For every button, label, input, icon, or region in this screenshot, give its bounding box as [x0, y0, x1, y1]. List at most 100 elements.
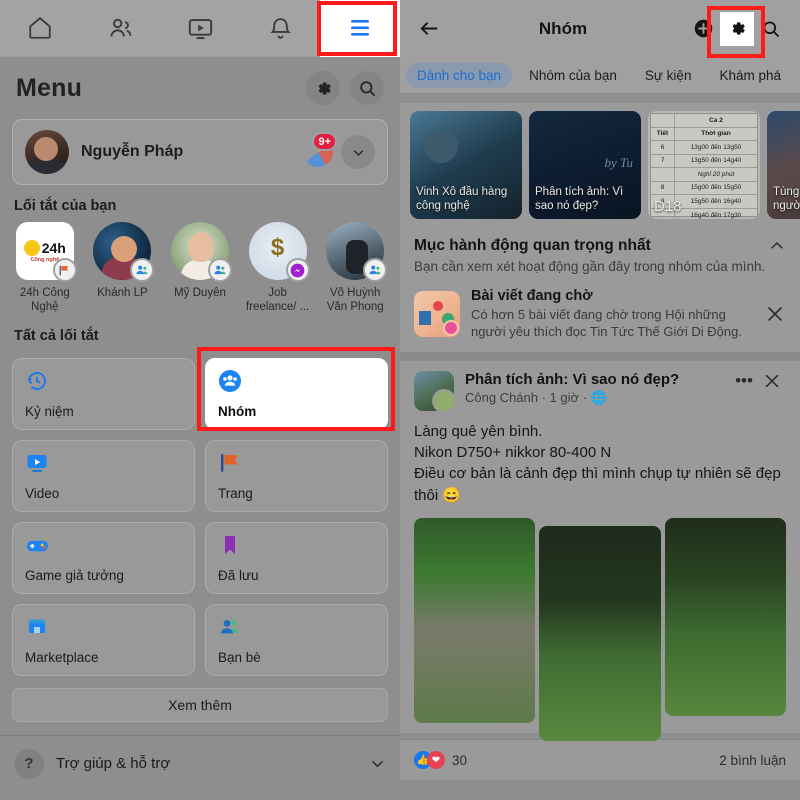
tile-groups[interactable]: Nhóm: [205, 357, 388, 430]
tab-discover[interactable]: Khám phá: [708, 63, 792, 88]
friends-icon: [110, 18, 131, 36]
profile-notification-badge[interactable]: 9+: [301, 132, 337, 169]
action-block-subtitle: Bạn cần xem xét hoạt động gần đây trong …: [414, 259, 766, 274]
store-icon: [28, 619, 46, 633]
public-icon: 🌐: [590, 389, 607, 405]
bottom-nav-bar: [0, 0, 400, 57]
tile-memories[interactable]: Kỷ niệm: [12, 357, 195, 430]
facebook-menu-panel: Menu Nguyễn Pháp 9+ Lối tắt của bạn 24h …: [0, 0, 400, 800]
profile-name: Nguyễn Pháp: [81, 143, 184, 160]
shortcuts-section-label: Lối tắt của bạn: [14, 198, 117, 214]
story-card-schedule[interactable]: Ca 2 Tiết Thời gian 6 13g00 đến 13g50 7 13g…: [648, 111, 760, 219]
shortcut-label: 24h Công Nghệ: [19, 287, 70, 314]
messenger-badge-icon: [285, 258, 310, 282]
help-and-support-row[interactable]: ? Trợ giúp & hỗ trợ: [0, 736, 400, 792]
menu-settings-button[interactable]: [306, 71, 340, 105]
table-col-header: Tiết: [651, 127, 675, 140]
nav-tab-notifications[interactable]: [240, 0, 320, 57]
shortcut-item[interactable]: Job freelance/ ...: [243, 222, 313, 315]
shortcuts-row: 24h Công nghệ 24h Công Nghệ Khánh LP Mỹ …: [0, 222, 400, 315]
shortcut-label: Khánh LP: [97, 287, 148, 299]
feed-post: Phân tích ảnh: Vì sao nó đẹp? Công Chánh…: [400, 360, 800, 742]
tile-video[interactable]: Video: [12, 439, 195, 512]
avatar: [25, 130, 69, 174]
pending-posts-title: Bài viết đang chờ: [471, 287, 593, 304]
post-options-button[interactable]: •••: [730, 371, 758, 391]
profile-card[interactable]: Nguyễn Pháp 9+: [12, 119, 388, 185]
shortcut-item[interactable]: Mỹ Duyên: [165, 222, 235, 315]
hamburger-icon: [351, 20, 369, 36]
search-icon: [359, 80, 375, 96]
table-col-header: Thời gian: [701, 130, 731, 138]
tile-gaming[interactable]: Game giả tưởng: [12, 521, 195, 594]
table-row: 8 15g00 đến 15g50: [651, 181, 757, 195]
profile-expand-button[interactable]: [341, 135, 375, 169]
nav-tab-watch[interactable]: [160, 0, 240, 57]
nav-tab-friends[interactable]: [80, 0, 160, 57]
menu-header: Menu: [0, 57, 400, 115]
groups-header: Nhóm: [400, 0, 800, 57]
post-image[interactable]: [664, 518, 786, 717]
stories-carousel: Vinh Xô đầu hàng công nghệ Phân tích ảnh…: [400, 103, 800, 227]
create-group-button[interactable]: [686, 12, 720, 46]
post-avatar[interactable]: [414, 370, 454, 411]
group-search-button[interactable]: [754, 12, 788, 46]
story-card[interactable]: Phân tích ảnh: Vì sao nó đẹp?: [529, 111, 641, 219]
story-card[interactable]: Vinh Xô đầu hàng công nghệ: [410, 111, 522, 219]
plus-circle-icon: [694, 19, 712, 38]
nav-tab-home[interactable]: [0, 0, 80, 57]
post-separator: ·: [541, 389, 550, 405]
menu-tiles-grid: Kỷ niệm Nhóm Video Trang Game giả tưởng …: [0, 352, 400, 676]
chevron-up-icon[interactable]: [768, 237, 786, 255]
reaction-icons[interactable]: 👍 ❤: [414, 751, 445, 770]
shortcut-label: Mỹ Duyên: [174, 287, 226, 299]
post-image[interactable]: [539, 526, 661, 742]
tile-friends[interactable]: Bạn bè: [205, 603, 388, 676]
gear-icon: [318, 81, 331, 95]
menu-search-button[interactable]: [350, 71, 384, 105]
tab-for-you[interactable]: Dành cho bạn: [406, 62, 513, 88]
close-icon[interactable]: [764, 303, 786, 325]
groups-icon: [214, 265, 226, 275]
groups-title: Nhóm: [538, 18, 588, 38]
action-block-title: Mục hành động quan trọng nhất: [414, 237, 651, 254]
tile-pages[interactable]: Trang: [205, 439, 388, 512]
flag-icon: [59, 265, 69, 275]
tile-marketplace[interactable]: Marketplace: [12, 603, 195, 676]
tile-label: Bạn bè: [218, 649, 261, 665]
post-text: Làng quê yên bình. Nikon D750+ nikkor 80…: [414, 422, 781, 504]
shortcut-item[interactable]: Khánh LP: [88, 222, 158, 315]
story-caption: Phân tích ảnh: Vì sao nó đẹp?: [535, 185, 624, 212]
table-row: 7 13g50 đến 14g40: [651, 154, 757, 168]
see-more-button[interactable]: Xem thêm: [12, 687, 388, 722]
post-group-name[interactable]: Phân tích ảnh: Vì sao nó đẹp?: [465, 371, 730, 388]
story-caption: Vinh Xô đầu hàng công nghệ: [416, 185, 508, 212]
badge-count: 9+: [312, 132, 337, 151]
shortcut-item[interactable]: 24h Công nghệ 24h Công Nghệ: [10, 222, 80, 315]
all-shortcuts-label: Tất cả lối tắt: [14, 327, 99, 344]
gear-icon: [732, 22, 745, 35]
story-caption: Tùng và n người bạn: [773, 185, 800, 212]
table-row: Nghỉ 20 phút: [651, 168, 757, 182]
post-engagement-bar: 👍 ❤ 30 2 bình luận: [400, 739, 800, 781]
page-badge-icon: [52, 258, 77, 282]
story-card[interactable]: Tùng và n người bạn: [767, 111, 800, 219]
pending-posts-row[interactable]: Bài viết đang chờ Có hơn 5 bài viết đang…: [414, 288, 786, 340]
messenger-icon: [290, 263, 305, 277]
flag-icon: [221, 453, 238, 472]
post-author: Công Chánh: [465, 389, 538, 405]
nav-tab-menu[interactable]: [320, 0, 400, 57]
group-settings-button[interactable]: [720, 11, 754, 46]
post-close-button[interactable]: [758, 371, 786, 391]
reaction-count: 30: [452, 752, 468, 768]
tile-saved[interactable]: Đã lưu: [205, 521, 388, 594]
bookmark-icon: [225, 535, 235, 554]
shortcut-item[interactable]: Võ Huỳnh Văn Phong: [320, 222, 390, 315]
video-icon: [27, 454, 47, 472]
comment-count[interactable]: 2 bình luận: [719, 753, 786, 768]
post-image[interactable]: [414, 518, 536, 724]
tab-events[interactable]: Sự kiện: [634, 63, 703, 88]
tile-label: Nhóm: [218, 403, 257, 419]
action-block: Mục hành động quan trọng nhất Bạn cần xe…: [400, 227, 800, 352]
tab-your-groups[interactable]: Nhóm của bạn: [518, 63, 628, 88]
